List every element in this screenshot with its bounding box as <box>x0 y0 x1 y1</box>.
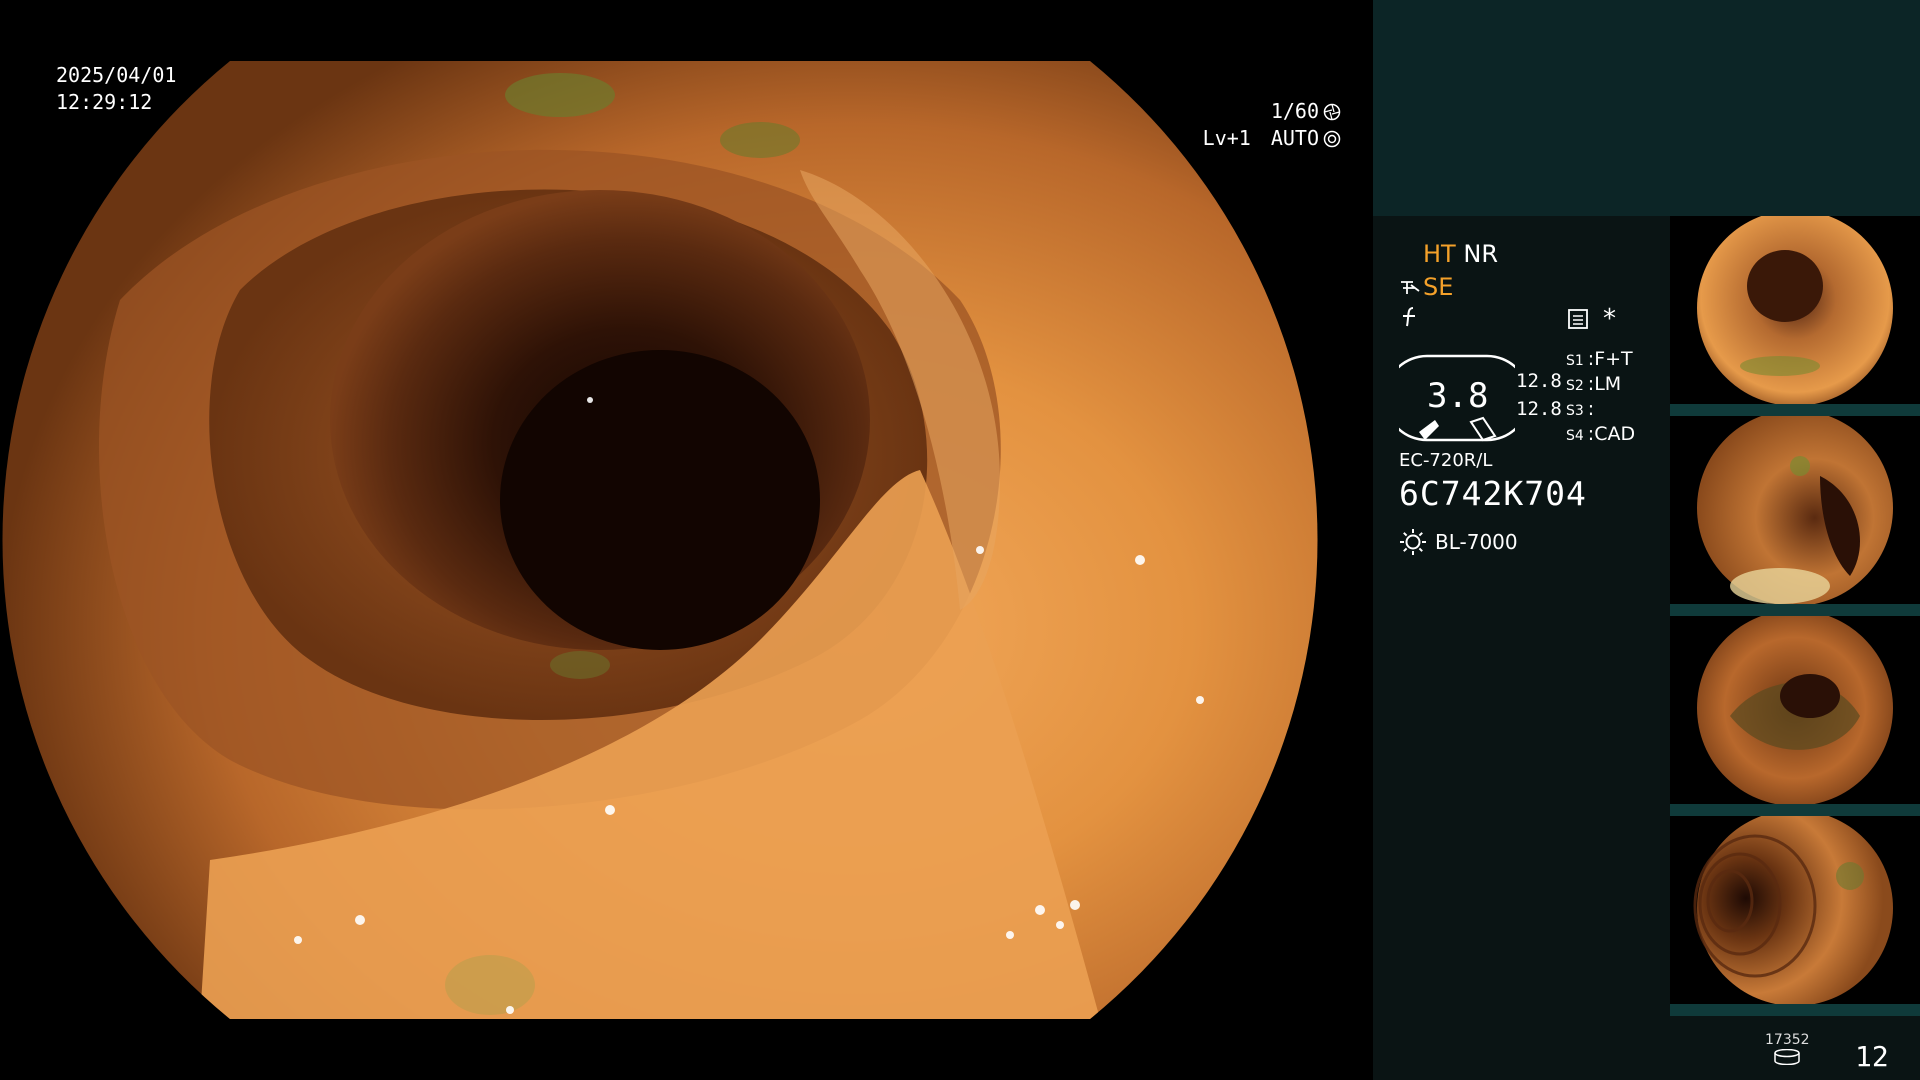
switch-value: LM <box>1594 373 1622 395</box>
switch-value: F+T <box>1594 348 1633 370</box>
switch-label: S1 <box>1566 353 1584 369</box>
exposure-display: 1/60 Lv+1 AUTO <box>1203 98 1341 152</box>
time-text: 12:29:12 <box>56 90 153 114</box>
switch-s2: S2:LM <box>1566 373 1622 395</box>
thumbnail-caption <box>1670 604 1920 616</box>
switch-s3: S3: <box>1566 398 1595 420</box>
thumbnail[interactable] <box>1670 616 1920 816</box>
thumbnail-caption <box>1670 404 1920 416</box>
gauge-value-1: 12.8 <box>1516 370 1562 392</box>
switch-label: S2 <box>1566 378 1584 394</box>
processor-settings: HT NR SE * 3.8 12.8 12.8 S1:F+T S2:LM … <box>1399 240 1669 580</box>
auto-iris-icon <box>1323 130 1341 147</box>
scope-serial: 6C742K704 <box>1399 474 1587 513</box>
nr-label: NR <box>1463 240 1498 268</box>
light-source-row: BL-7000 <box>1399 528 1518 556</box>
ht-nr-row: HT NR <box>1423 240 1498 268</box>
scope-model: EC-720R/L <box>1399 450 1493 471</box>
menu-list-icon <box>1567 308 1589 334</box>
switch-value: CAD <box>1594 423 1636 445</box>
thumbnail-caption <box>1670 1004 1920 1016</box>
shutter-row: 1/60 <box>1203 98 1341 125</box>
switch-label: S3 <box>1566 403 1584 419</box>
se-row: SE <box>1399 273 1453 301</box>
level-row: Lv+1 AUTO <box>1203 125 1341 152</box>
image-count: 12 <box>1855 1040 1889 1073</box>
light-source-text: BL-7000 <box>1435 530 1518 554</box>
thumbnail[interactable] <box>1670 816 1920 1016</box>
date-text: 2025/04/01 <box>56 63 177 87</box>
endoscope-image <box>2 61 1318 1019</box>
status-side-panel: HT NR SE * 3.8 12.8 12.8 S1:F+T S2:LM … <box>1373 0 1920 1080</box>
f-icon <box>1399 306 1419 334</box>
datetime-display: 2025/04/01 12:29:12 <box>56 62 176 116</box>
enhance-icon <box>1401 281 1420 294</box>
level-text: Lv+1 <box>1202 126 1251 150</box>
gauge-value-2: 12.8 <box>1516 398 1562 420</box>
asterisk-indicator: * <box>1603 304 1616 334</box>
shutter-speed-text: 1/60 <box>1270 99 1319 123</box>
light-bulb-icon <box>1400 529 1426 555</box>
thumbnail-caption <box>1670 804 1920 816</box>
switch-s4: S4:CAD <box>1566 423 1636 445</box>
shutter-icon <box>1323 103 1341 120</box>
thumbnail[interactable] <box>1670 416 1920 616</box>
ht-label: HT <box>1423 240 1456 268</box>
gauge-value: 3.8 <box>1427 376 1489 416</box>
disk-icon <box>1774 1049 1800 1065</box>
thumbnail[interactable] <box>1670 216 1920 416</box>
side-panel-header <box>1373 0 1920 216</box>
endoscope-main-view: 2025/04/01 12:29:12 1/60 Lv+1 AUTO <box>0 0 1373 1080</box>
switch-label: S4 <box>1566 428 1584 444</box>
se-label: SE <box>1423 273 1454 301</box>
switch-s1: S1:F+T <box>1566 348 1633 370</box>
mode-text: AUTO <box>1270 126 1319 150</box>
storage-counter: 17352 <box>1765 1032 1810 1048</box>
